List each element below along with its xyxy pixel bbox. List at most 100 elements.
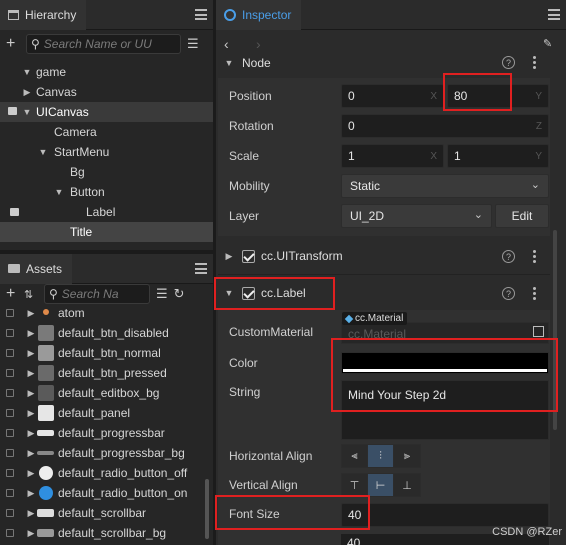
node-section-header[interactable]: ▼ Node — [218, 50, 548, 76]
assets-scrollbar[interactable] — [205, 479, 209, 539]
add-asset-icon[interactable]: + — [6, 285, 18, 303]
chevron-right-icon[interactable]: ▶ — [26, 508, 36, 519]
tree-node-button[interactable]: ▼ Button — [0, 182, 105, 202]
uitransform-section-header[interactable]: ▶ cc.UITransform — [218, 243, 548, 269]
lock-icon[interactable] — [8, 107, 17, 115]
more-icon[interactable] — [533, 287, 536, 300]
tree-node-uicanvas[interactable]: ▼ UICanvas — [0, 102, 213, 122]
list-view-icon[interactable]: ☰ — [156, 286, 168, 302]
lock-icon[interactable] — [6, 309, 14, 317]
more-icon[interactable] — [533, 250, 536, 263]
string-textarea[interactable]: Mind Your Step 2d — [341, 380, 549, 440]
open-asset-icon[interactable] — [533, 326, 544, 337]
tree-node-canvas[interactable]: ▶ Canvas — [0, 82, 77, 102]
list-view-icon[interactable]: ☰ — [187, 36, 199, 52]
tree-node-camera[interactable]: Camera — [0, 122, 97, 142]
lock-icon[interactable] — [6, 369, 14, 377]
inspector-scrollbar[interactable] — [553, 230, 557, 430]
chevron-right-icon[interactable]: ▶ — [26, 528, 36, 539]
pin-icon[interactable]: ✎ — [543, 37, 552, 50]
chevron-right-icon[interactable]: ▶ — [26, 408, 36, 419]
add-node-icon[interactable]: + — [6, 35, 20, 53]
chevron-right-icon[interactable]: ▶ — [26, 448, 36, 459]
chevron-down-icon[interactable]: ▼ — [22, 107, 32, 117]
asset-item[interactable]: ▶ default_progressbar_bg — [0, 443, 213, 463]
font-size-field[interactable]: 40 — [341, 503, 549, 527]
assets-tab[interactable]: Assets — [0, 253, 73, 284]
hierarchy-search-input[interactable]: ⚲ Search Name or UU — [26, 34, 181, 54]
help-icon[interactable]: ? — [502, 250, 515, 263]
lock-icon[interactable] — [6, 529, 14, 537]
lock-icon[interactable] — [6, 329, 14, 337]
lock-icon[interactable] — [6, 469, 14, 477]
lock-icon[interactable] — [6, 449, 14, 457]
position-y-field[interactable]: 80 Y — [447, 84, 549, 108]
lock-icon[interactable] — [6, 349, 14, 357]
lock-icon[interactable] — [6, 389, 14, 397]
chevron-right-icon[interactable]: ▶ — [26, 308, 36, 319]
chevron-right-icon[interactable]: ▶ — [26, 428, 36, 439]
scale-x-field[interactable]: 1 X — [341, 144, 444, 168]
asset-item[interactable]: ▶ default_panel — [0, 403, 213, 423]
chevron-down-icon[interactable]: ▼ — [54, 187, 64, 197]
asset-item[interactable]: ▶ default_radio_button_on — [0, 483, 213, 503]
material-asset-field[interactable]: cc.Material — [341, 322, 549, 344]
chevron-right-icon[interactable]: ▶ — [26, 328, 36, 339]
label-section-header[interactable]: ▼ cc.Label — [218, 280, 548, 306]
tree-node-startmenu[interactable]: ▼ StartMenu — [0, 142, 110, 162]
assets-menu-icon[interactable] — [195, 263, 207, 274]
chevron-down-icon[interactable]: ▼ — [22, 67, 32, 77]
label-enabled-checkbox[interactable] — [242, 286, 255, 300]
color-swatch[interactable] — [341, 352, 549, 374]
align-bottom-icon[interactable]: ⊥ — [394, 474, 420, 496]
inspector-menu-icon[interactable] — [548, 9, 560, 20]
align-top-icon[interactable]: ⊤ — [342, 474, 368, 496]
scale-y-field[interactable]: 1 Y — [447, 144, 549, 168]
inspector-tab[interactable]: Inspector — [216, 0, 302, 30]
asset-item-atom[interactable]: ▶ atom — [0, 303, 213, 323]
hierarchy-menu-icon[interactable] — [195, 9, 207, 20]
chevron-right-icon[interactable]: ▶ — [26, 468, 36, 479]
chevron-right-icon[interactable]: ▶ — [26, 368, 36, 379]
layer-edit-button[interactable]: Edit — [495, 204, 549, 228]
lock-icon[interactable] — [10, 208, 19, 216]
chevron-right-icon[interactable]: ▶ — [26, 348, 36, 359]
more-icon[interactable] — [533, 56, 536, 69]
lock-icon[interactable] — [6, 409, 14, 417]
asset-item[interactable]: ▶ default_scrollbar_bg — [0, 523, 213, 543]
asset-item[interactable]: ▶ default_editbox_bg — [0, 383, 213, 403]
asset-item[interactable]: ▶ default_progressbar — [0, 423, 213, 443]
help-icon[interactable]: ? — [502, 287, 515, 300]
chevron-down-icon[interactable]: ▼ — [224, 288, 234, 298]
position-x-field[interactable]: 0 X — [341, 84, 444, 108]
chevron-right-icon[interactable]: ▶ — [26, 388, 36, 399]
mobility-select[interactable]: Static ⌄ — [341, 174, 549, 198]
asset-item[interactable]: ▶ default_btn_normal — [0, 343, 213, 363]
uitransform-enabled-checkbox[interactable] — [242, 249, 255, 263]
chevron-down-icon[interactable]: ▼ — [38, 147, 48, 157]
chevron-right-icon[interactable]: ▶ — [224, 251, 234, 262]
chevron-right-icon[interactable]: ▶ — [22, 87, 32, 98]
refresh-icon[interactable]: ↻ — [174, 286, 185, 302]
tree-node-game[interactable]: ▼ game — [0, 62, 67, 82]
sort-icon[interactable]: ⇅ — [24, 288, 38, 301]
help-icon[interactable]: ? — [502, 56, 515, 69]
chevron-right-icon[interactable]: ▶ — [26, 488, 36, 499]
lock-icon[interactable] — [6, 429, 14, 437]
align-center-icon[interactable]: ⫶ — [368, 445, 394, 467]
asset-item[interactable]: ▶ default_btn_disabled — [0, 323, 213, 343]
chevron-down-icon[interactable]: ▼ — [224, 58, 234, 68]
asset-item[interactable]: ▶ default_btn_pressed — [0, 363, 213, 383]
align-right-icon[interactable]: ⫸ — [394, 445, 420, 467]
tree-node-title[interactable]: Title — [0, 222, 213, 242]
asset-item[interactable]: ▶ default_scrollbar — [0, 503, 213, 523]
align-middle-icon[interactable]: ⊢ — [368, 474, 394, 496]
hierarchy-tab[interactable]: Hierarchy — [0, 0, 87, 30]
rotation-z-field[interactable]: 0 Z — [341, 114, 549, 138]
tree-node-bg[interactable]: Bg — [0, 162, 85, 182]
lock-icon[interactable] — [6, 489, 14, 497]
lock-icon[interactable] — [6, 509, 14, 517]
tree-node-label[interactable]: Label — [0, 202, 115, 222]
layer-select[interactable]: UI_2D ⌄ — [341, 204, 492, 228]
asset-item[interactable]: ▶ default_radio_button_off — [0, 463, 213, 483]
